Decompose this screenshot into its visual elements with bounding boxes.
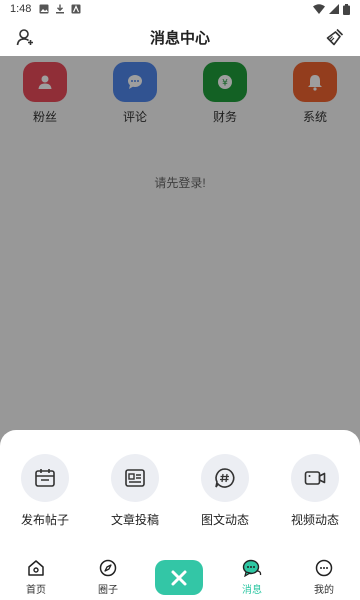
article-icon [111,454,159,502]
compass-icon [98,558,118,578]
page-title: 消息中心 [149,29,210,47]
image-notification-icon [39,4,49,14]
tab-profile[interactable]: 我的 [294,558,354,596]
publish-action-label: 图文动态 [200,513,249,527]
tab-label: 消息 [242,585,262,596]
wifi-icon [313,4,325,14]
battery-icon [343,3,350,15]
publish-action-label: 文章投稿 [110,513,159,527]
status-bar: 1:48 [0,0,360,18]
tab-label: 圈子 [98,585,118,596]
close-icon [171,570,187,585]
profile-icon [314,558,334,578]
download-notification-icon [56,4,65,14]
home-icon [26,558,46,578]
add-user-icon [16,29,33,46]
hashtag-icon [201,454,249,502]
close-publish-button[interactable] [155,560,203,595]
video-icon [291,454,339,502]
video-post-button[interactable]: 视频动态 [275,454,355,528]
publish-post-button[interactable]: 发布帖子 [5,454,85,528]
image-text-post-button[interactable]: 图文动态 [185,454,265,528]
clear-messages-button[interactable] [324,26,346,48]
app-header: 消息中心 [0,18,360,56]
post-icon [21,454,69,502]
add-friend-button[interactable] [14,26,36,48]
tab-messages[interactable]: 消息 [222,558,282,596]
status-time: 1:48 [10,3,32,15]
tab-label: 首页 [26,585,46,596]
message-icon [242,558,262,578]
tab-home[interactable]: 首页 [6,558,66,596]
tab-label: 我的 [314,585,334,596]
broom-icon [326,28,344,46]
submit-article-button[interactable]: 文章投稿 [95,454,175,528]
signal-icon [329,4,339,14]
app-notification-icon [71,4,81,14]
publish-action-label: 发布帖子 [20,513,69,527]
publish-action-label: 视频动态 [290,513,339,527]
tab-circles[interactable]: 圈子 [78,558,138,596]
